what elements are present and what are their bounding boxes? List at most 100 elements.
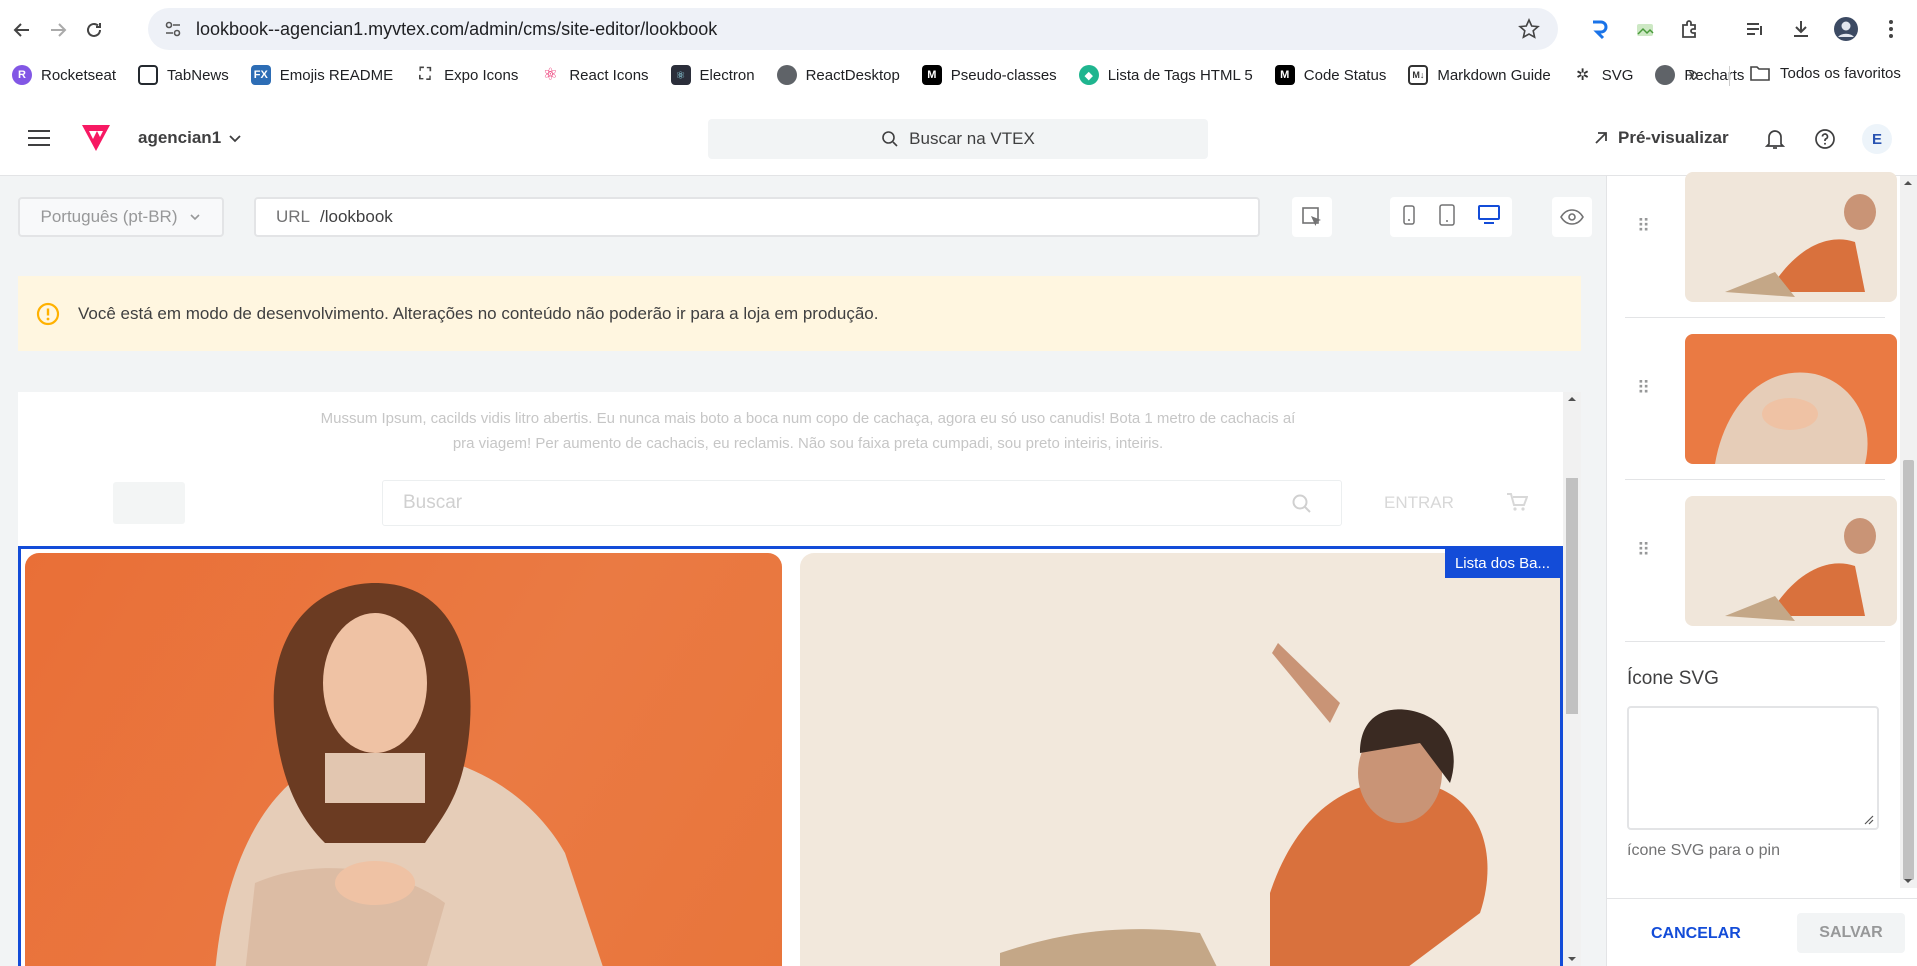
arrow-left-icon — [13, 23, 29, 37]
globe-icon — [776, 65, 797, 85]
bookmark-markdown-guide[interactable]: M↓ Markdown Guide — [1408, 65, 1551, 85]
extension-blue-icon[interactable] — [1584, 14, 1614, 44]
electron-icon: ⚛ — [670, 65, 691, 85]
search-icon — [1292, 494, 1311, 513]
lookbook-image-woman[interactable] — [25, 553, 782, 966]
drag-handle-icon[interactable]: ⠿ — [1637, 216, 1650, 237]
bookmark-svg[interactable]: ✲ SVG — [1572, 65, 1633, 85]
bookmark-reactdesktop[interactable]: ReactDesktop — [776, 65, 900, 85]
panel-scrollbar[interactable] — [1900, 176, 1917, 888]
login-link[interactable]: ENTRAR — [1384, 493, 1454, 513]
notifications-bell-icon[interactable] — [1762, 126, 1788, 152]
scrollbar-thumb[interactable] — [1903, 460, 1914, 880]
block-name-tag[interactable]: Lista dos Ba... — [1444, 549, 1560, 578]
bookmark-code-status[interactable]: M Code Status — [1274, 65, 1386, 85]
cart-icon[interactable] — [1506, 492, 1528, 512]
store-search-input[interactable]: Buscar — [382, 480, 1342, 526]
react-icon: ⚛ — [540, 65, 561, 85]
help-icon[interactable] — [1812, 126, 1838, 152]
svg-icon: ✲ — [1572, 65, 1593, 85]
resize-handle-icon[interactable] — [1864, 815, 1874, 825]
bookmark-recharts[interactable]: Recharts — [1655, 65, 1744, 85]
bookmarks-bar: R Rocketseat TabNews FX Emojis README ⛶ Exp… — [0, 60, 1917, 90]
more-bookmarks-chevron-icon[interactable]: » — [1688, 64, 1699, 87]
selected-block-outline[interactable]: Lista dos Ba... — [18, 546, 1563, 966]
expo-icon: ⛶ — [415, 65, 436, 85]
tablet-device-icon[interactable] — [1439, 203, 1455, 231]
cancel-button[interactable]: CANCELAR — [1651, 925, 1741, 943]
bookmark-lista-tags-html5[interactable]: ◆ Lista de Tags HTML 5 — [1078, 65, 1253, 85]
media-queue-icon[interactable] — [1740, 14, 1770, 44]
bookmark-expo-icons[interactable]: ⛶ Expo Icons — [415, 65, 518, 85]
list-item[interactable]: ⠿ — [1625, 156, 1897, 318]
lookbook-image-man[interactable] — [800, 553, 1560, 966]
list-item[interactable]: ⠿ — [1625, 318, 1897, 480]
markdown-icon: M↓ — [1408, 65, 1429, 85]
mdn-icon: M — [1274, 65, 1295, 85]
extension-image-icon[interactable] — [1630, 14, 1660, 44]
mobile-device-icon[interactable] — [1402, 204, 1416, 230]
scroll-up-arrow-icon[interactable] — [1563, 392, 1581, 406]
drag-handle-icon[interactable]: ⠿ — [1637, 540, 1650, 561]
image-thumbnail[interactable] — [1685, 496, 1897, 626]
store-logo[interactable] — [113, 482, 185, 524]
scroll-down-arrow-icon[interactable] — [1900, 874, 1917, 888]
image-thumbnail[interactable] — [1685, 334, 1897, 464]
bookmark-star-icon[interactable] — [1518, 18, 1540, 45]
account-switcher[interactable]: agencian1 — [138, 128, 243, 148]
preview-button[interactable]: Pré-visualizar — [1592, 128, 1729, 148]
hex-icon: ◆ — [1078, 65, 1099, 85]
preview-toggle-button[interactable] — [1552, 197, 1592, 237]
list-item[interactable]: ⠿ — [1625, 480, 1897, 642]
vtex-search-input[interactable]: Buscar na VTEX — [708, 119, 1208, 159]
scroll-down-arrow-icon[interactable] — [1563, 952, 1581, 966]
bookmark-electron[interactable]: ⚛ Electron — [670, 65, 755, 85]
reload-button[interactable] — [78, 14, 110, 46]
preview-scrollbar[interactable] — [1563, 392, 1581, 966]
panel-footer: CANCELAR SALVAR — [1607, 898, 1917, 966]
bookmark-react-icons[interactable]: ⚛ React Icons — [540, 65, 649, 85]
header-text: Mussum Ipsum, cacilds vidis litro aberti… — [320, 410, 1296, 452]
page-url-input[interactable]: URL /lookbook — [254, 197, 1260, 237]
profile-avatar-icon[interactable] — [1831, 14, 1861, 44]
address-url[interactable]: lookbook--agencian1.myvtex.com/admin/cms… — [196, 19, 717, 40]
svg-icon-textarea[interactable] — [1627, 706, 1879, 830]
back-button[interactable] — [6, 14, 38, 46]
bookmark-tabnews[interactable]: TabNews — [138, 65, 229, 85]
menu-dots-icon[interactable] — [1876, 14, 1906, 44]
site-info-icon[interactable] — [162, 18, 184, 40]
scrollbar-thumb[interactable] — [1566, 478, 1578, 714]
forward-button[interactable] — [42, 14, 74, 46]
chevron-down-icon — [229, 135, 241, 143]
dev-mode-warning: Você está em modo de desenvolvimento. Al… — [18, 276, 1581, 351]
address-bar[interactable]: lookbook--agencian1.myvtex.com/admin/cms… — [148, 8, 1558, 50]
bookmark-pseudo-classes[interactable]: M Pseudo-classes — [921, 65, 1057, 85]
all-bookmarks-folder[interactable]: Todos os favoritos — [1750, 64, 1901, 82]
arrow-up-right-icon — [1595, 132, 1607, 144]
save-button[interactable]: SALVAR — [1797, 913, 1905, 953]
tabnews-icon — [138, 65, 159, 85]
select-element-button[interactable] — [1292, 197, 1332, 237]
arrow-right-icon — [51, 23, 67, 37]
site-editor-canvas: Português (pt-BR) URL /lookbook Você est… — [0, 176, 1606, 966]
vtex-logo[interactable] — [80, 124, 112, 152]
language-select[interactable]: Português (pt-BR) — [18, 197, 224, 237]
block-settings-panel: ⠿ ⠿ ⠿ Ícone SVG ícone SVG para o pin CAN… — [1606, 172, 1917, 966]
folder-icon — [1750, 66, 1770, 81]
bookmark-emojis-readme[interactable]: FX Emojis README — [250, 65, 393, 85]
eye-icon — [1560, 209, 1584, 225]
globe-icon — [1655, 65, 1676, 85]
device-switcher — [1390, 197, 1512, 237]
desktop-device-icon[interactable] — [1478, 204, 1501, 230]
image-thumbnail[interactable] — [1685, 172, 1897, 302]
extensions-puzzle-icon[interactable] — [1675, 14, 1705, 44]
menu-hamburger-icon[interactable] — [28, 130, 50, 146]
drag-handle-icon[interactable]: ⠿ — [1637, 378, 1650, 399]
bookmarks-divider — [1729, 66, 1730, 86]
download-icon[interactable] — [1786, 14, 1816, 44]
bookmark-rocketseat[interactable]: R Rocketseat — [12, 65, 116, 85]
scroll-up-arrow-icon[interactable] — [1900, 176, 1917, 190]
user-avatar[interactable]: E — [1862, 124, 1892, 154]
cursor-select-icon — [1302, 207, 1321, 226]
mdn-icon: M — [921, 65, 942, 85]
